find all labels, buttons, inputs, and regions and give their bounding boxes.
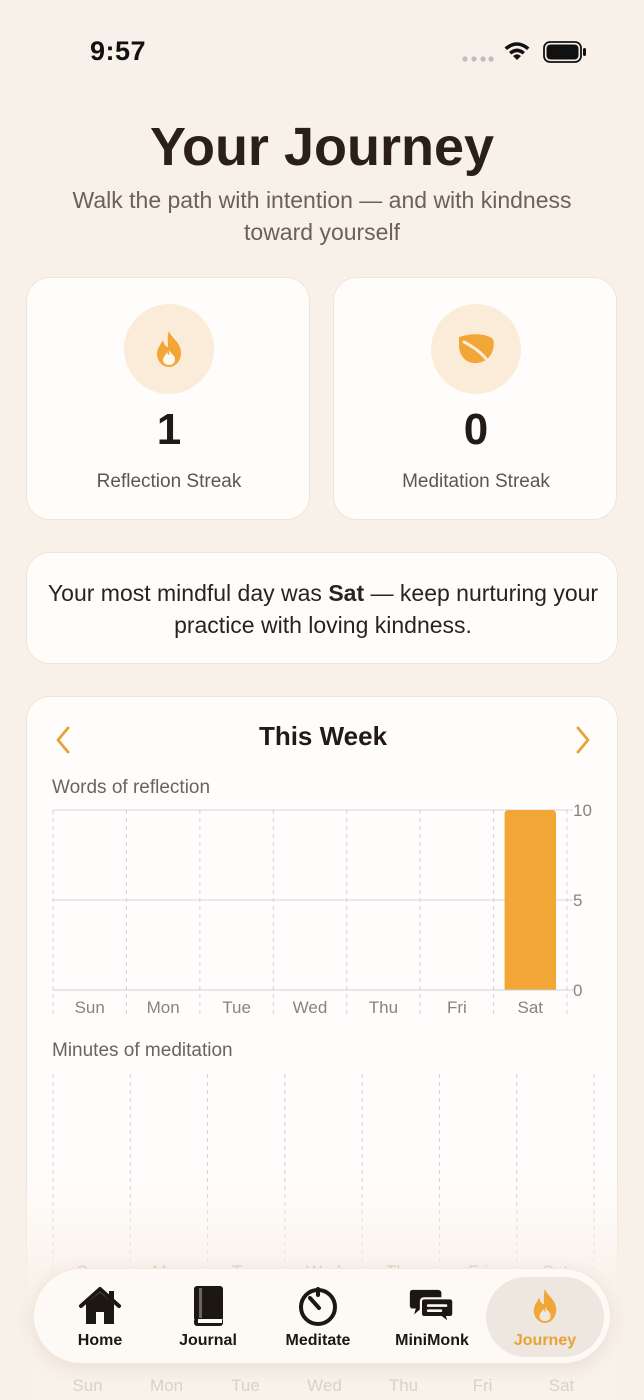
reflection-chart-title: Words of reflection xyxy=(52,777,211,798)
x-tick-label: Fri xyxy=(447,998,467,1017)
chevron-right-icon[interactable] xyxy=(571,725,595,755)
x-tick-label: Thu xyxy=(369,998,398,1017)
x-tick-label: Wed xyxy=(293,998,328,1017)
ghost-day-label: Sat xyxy=(548,1376,575,1395)
tab-minimonk-label: MiniMonk xyxy=(395,1332,469,1349)
ghost-day-labels: Sun Mon Tue Wed Thu Fri Sat xyxy=(48,1376,608,1396)
x-tick-label: Tue xyxy=(222,998,251,1017)
x-tick-label: Mon xyxy=(147,998,180,1017)
ghost-day-label: Mon xyxy=(149,1376,184,1395)
tab-meditate[interactable]: Meditate xyxy=(266,1269,370,1365)
ghost-day-label: Thu xyxy=(388,1376,419,1395)
page-title: Your Journey xyxy=(149,117,495,177)
flame-icon xyxy=(157,331,181,367)
flame-icon-badge xyxy=(124,304,214,394)
meditation-chart-title: Minutes of meditation xyxy=(52,1040,233,1061)
ghost-day-label: Wed xyxy=(307,1376,342,1395)
x-tick-label: Sat xyxy=(518,998,544,1017)
ghost-day-label: Sun xyxy=(72,1376,103,1395)
week-title: This Week xyxy=(258,721,388,751)
y-tick-label: 5 xyxy=(573,891,582,910)
reflection-streak-label: Reflection Streak xyxy=(96,471,242,492)
meditation-streak-label: Meditation Streak xyxy=(402,471,550,492)
x-tick-label: Sun xyxy=(75,998,105,1017)
tab-meditate-label: Meditate xyxy=(285,1332,351,1349)
reflection-streak-value: 1 xyxy=(156,405,182,454)
flame-icon xyxy=(533,1289,557,1323)
tab-home[interactable]: Home xyxy=(48,1269,152,1365)
insight-day: Sat xyxy=(328,580,365,606)
status-bar: 9:57 xyxy=(0,0,644,100)
reflection-chart: 0 5 10 Sun Mon Tue Wed Thu Fri Sat xyxy=(52,801,592,1018)
tab-journey[interactable]: Journey xyxy=(486,1277,604,1357)
wifi-icon xyxy=(504,42,530,60)
tab-journal[interactable]: Journal xyxy=(156,1269,260,1365)
insight-card: Your most mindful day was Sat — keep nur… xyxy=(26,552,618,664)
signal-icon xyxy=(462,56,494,62)
meditation-streak-card[interactable]: 0 Meditation Streak xyxy=(333,277,617,520)
meditation-streak-value: 0 xyxy=(463,405,489,454)
ghost-day-label: Fri xyxy=(472,1376,493,1395)
tab-home-label: Home xyxy=(77,1332,123,1349)
insight-prefix: Your most mindful day was xyxy=(47,580,329,606)
page-subtitle: Walk the path with intention — and with … xyxy=(72,187,572,245)
timer-icon xyxy=(299,1287,337,1326)
reflection-streak-card[interactable]: 1 Reflection Streak xyxy=(26,277,310,520)
chat-icon xyxy=(409,1289,455,1326)
y-tick-label: 0 xyxy=(573,981,582,1000)
home-icon xyxy=(79,1287,121,1324)
ghost-day-label: Tue xyxy=(231,1376,260,1395)
status-time: 9:57 xyxy=(90,36,147,66)
leaf-icon-badge xyxy=(431,304,521,394)
battery-icon xyxy=(543,41,586,63)
tab-bar: Home Journal Meditate MiniMonk Journey xyxy=(33,1268,611,1364)
tab-minimonk[interactable]: MiniMonk xyxy=(380,1269,484,1365)
y-tick-label: 10 xyxy=(573,801,592,820)
bar-sat xyxy=(504,810,556,990)
book-icon xyxy=(194,1286,223,1326)
tab-journal-label: Journal xyxy=(179,1332,237,1349)
tab-journey-label: Journey xyxy=(513,1332,577,1349)
insight-text: Your most mindful day was Sat — keep nur… xyxy=(47,577,599,641)
leaf-icon xyxy=(459,334,494,364)
